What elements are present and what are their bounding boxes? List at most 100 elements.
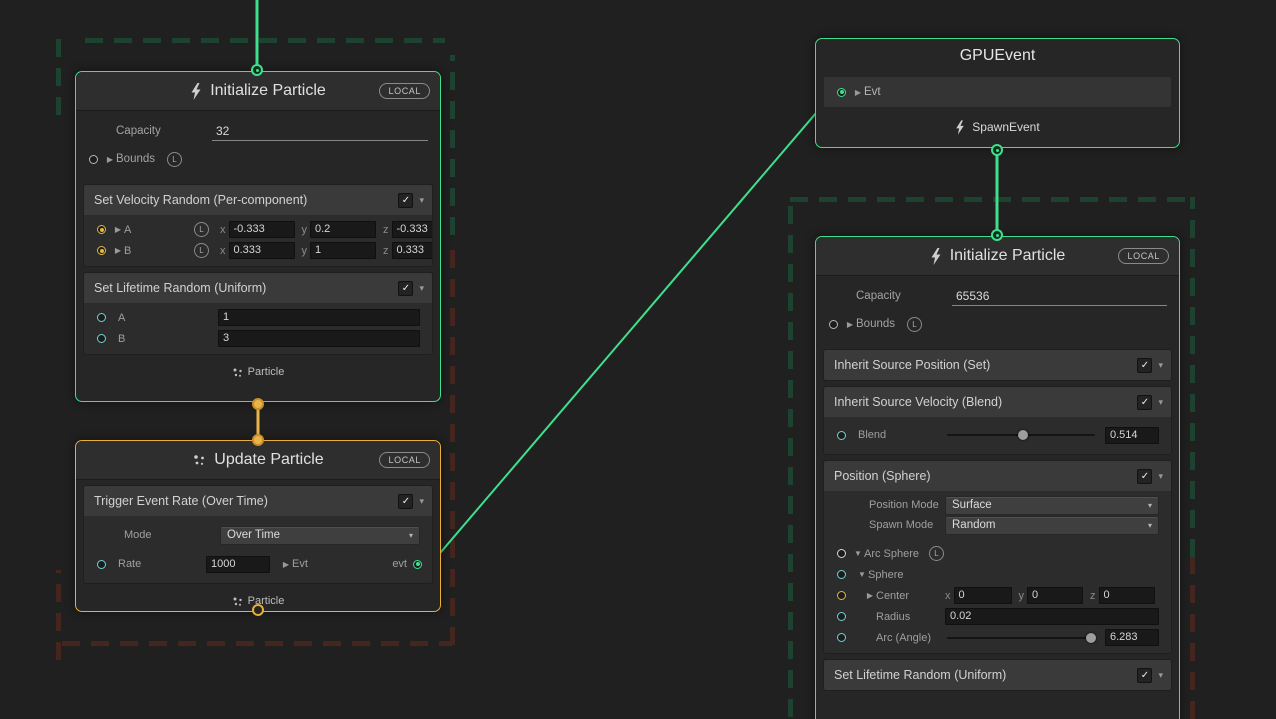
bounds-row: ▶ Bounds L — [816, 310, 1179, 338]
block-header[interactable]: Set Lifetime Random (Uniform) ✓ ▾ — [84, 273, 432, 303]
grid-line — [450, 55, 455, 235]
spawn-mode-dropdown[interactable]: Random ▾ — [945, 516, 1159, 535]
lifetime-row-b: B 3 — [84, 328, 432, 349]
capacity-field[interactable]: 32 — [212, 122, 428, 141]
blend-slider-knob[interactable] — [1018, 430, 1028, 440]
flow-input-port[interactable] — [251, 64, 263, 76]
position-mode-label: Position Mode — [869, 499, 939, 511]
enabled-checkbox[interactable]: ✓ — [1137, 358, 1152, 373]
float-port-b[interactable] — [97, 334, 106, 343]
center-y-field[interactable]: 0 — [1027, 587, 1083, 604]
center-z-field[interactable]: 0 — [1099, 587, 1155, 604]
float-port-a[interactable] — [97, 313, 106, 322]
node-header[interactable]: Initialize Particle LOCAL — [76, 72, 440, 111]
value-field[interactable]: 1 — [218, 309, 420, 326]
x-field[interactable]: 0.333 — [229, 242, 295, 259]
radius-row: Radius 0.02 — [824, 606, 1171, 627]
sphere-port[interactable] — [837, 570, 846, 579]
arc-slider-knob[interactable] — [1086, 633, 1096, 643]
rate-field[interactable]: 1000 — [206, 556, 270, 573]
flow-input-port[interactable] — [991, 229, 1003, 241]
node-title: Initialize Particle — [950, 247, 1066, 265]
block-header[interactable]: Position (Sphere) ✓ ▾ — [824, 461, 1171, 491]
capacity-field[interactable]: 65536 — [952, 287, 1167, 306]
blend-slider[interactable] — [947, 434, 1095, 436]
velocity-row-b: ▶ B L x 0.333 y 1 z 0.333 — [84, 240, 432, 261]
bounds-port[interactable] — [89, 155, 98, 164]
center-x-field[interactable]: 0 — [954, 587, 1012, 604]
node-title[interactable]: GPUEvent — [816, 39, 1179, 73]
chevron-down-icon[interactable]: ▾ — [419, 496, 424, 507]
enabled-checkbox[interactable]: ✓ — [1137, 395, 1152, 410]
block-title: Set Velocity Random (Per-component) — [94, 193, 307, 207]
value-field[interactable]: 3 — [218, 330, 420, 347]
expand-icon[interactable]: ▶ — [112, 225, 124, 234]
bounds-label: Bounds — [116, 153, 155, 165]
bounds-port[interactable] — [829, 320, 838, 329]
expand-icon[interactable]: ▶ — [104, 155, 116, 164]
radius-port[interactable] — [837, 612, 846, 621]
block-header[interactable]: Set Velocity Random (Per-component) ✓ ▾ — [84, 185, 432, 215]
vector-port-a[interactable] — [97, 225, 106, 234]
enabled-checkbox[interactable]: ✓ — [1137, 469, 1152, 484]
chevron-down-icon[interactable]: ▾ — [1158, 360, 1163, 371]
l-badge-icon: L — [194, 222, 209, 237]
z-field[interactable]: -0.333 — [392, 221, 434, 238]
chevron-down-icon[interactable]: ▾ — [1158, 397, 1163, 408]
evt-output-port[interactable] — [413, 560, 422, 569]
grid-line — [1190, 557, 1195, 719]
y-field[interactable]: 1 — [310, 242, 376, 259]
arc-port[interactable] — [837, 633, 846, 642]
y-field[interactable]: 0.2 — [310, 221, 376, 238]
enabled-checkbox[interactable]: ✓ — [398, 193, 413, 208]
vector-port-b[interactable] — [97, 246, 106, 255]
node-header[interactable]: Initialize Particle LOCAL — [816, 237, 1179, 276]
mode-dropdown[interactable]: Over Time ▾ — [220, 526, 420, 545]
node-title: Update Particle — [214, 451, 323, 469]
blend-value-field[interactable]: 0.514 — [1105, 427, 1159, 444]
flow-output-port[interactable] — [252, 398, 264, 410]
flow-output-port[interactable] — [252, 604, 264, 616]
lightning-icon — [930, 248, 942, 265]
vfx-graph-canvas[interactable]: Initialize Particle LOCAL Capacity 32 ▶ … — [0, 0, 1276, 719]
arc-sphere-port[interactable] — [837, 549, 846, 558]
set-lifetime-random-block: Set Lifetime Random (Uniform) ✓ ▾ A 1 B … — [83, 272, 433, 355]
chevron-down-icon[interactable]: ▾ — [1158, 670, 1163, 681]
arc-value-field[interactable]: 6.283 — [1105, 629, 1159, 646]
expand-icon[interactable]: ▶ — [112, 246, 124, 255]
enabled-checkbox[interactable]: ✓ — [1137, 668, 1152, 683]
center-port[interactable] — [837, 591, 846, 600]
foldout-open-icon[interactable]: ▼ — [852, 549, 864, 558]
block-header[interactable]: Trigger Event Rate (Over Time) ✓ ▾ — [84, 486, 432, 516]
block-header[interactable]: Inherit Source Position (Set) ✓ ▾ — [824, 350, 1171, 380]
mode-row: Mode Over Time ▾ — [84, 520, 432, 550]
arc-slider[interactable] — [947, 637, 1095, 639]
position-mode-dropdown[interactable]: Surface ▾ — [945, 496, 1159, 515]
initialize-particle-node-right: Initialize Particle LOCAL Capacity 65536… — [815, 236, 1180, 719]
node-settings: Capacity 32 ▶ Bounds L — [76, 111, 440, 179]
block-header[interactable]: Set Lifetime Random (Uniform) ✓ ▾ — [824, 660, 1171, 690]
evt-input-port[interactable] — [837, 88, 846, 97]
foldout-open-icon[interactable]: ▼ — [856, 570, 868, 579]
bounds-row: ▶ Bounds L — [76, 145, 440, 173]
chevron-down-icon[interactable]: ▾ — [419, 195, 424, 206]
velocity-row-a: ▶ A L x -0.333 y 0.2 z -0.333 — [84, 219, 432, 240]
axis-z-label: z — [1090, 590, 1096, 602]
chevron-down-icon[interactable]: ▾ — [1158, 471, 1163, 482]
local-badge: LOCAL — [379, 83, 430, 99]
enabled-checkbox[interactable]: ✓ — [398, 281, 413, 296]
arc-sphere-row: ▼ Arc Sphere L — [824, 543, 1171, 564]
enabled-checkbox[interactable]: ✓ — [398, 494, 413, 509]
chevron-down-icon[interactable]: ▾ — [419, 283, 424, 294]
spawn-event-output-port[interactable] — [991, 144, 1003, 156]
expand-icon[interactable]: ▶ — [844, 320, 856, 329]
radius-field[interactable]: 0.02 — [945, 608, 1159, 625]
expand-icon[interactable]: ▶ — [864, 591, 876, 600]
node-header[interactable]: Update Particle LOCAL — [76, 441, 440, 480]
x-field[interactable]: -0.333 — [229, 221, 295, 238]
blend-port[interactable] — [837, 431, 846, 440]
block-header[interactable]: Inherit Source Velocity (Blend) ✓ ▾ — [824, 387, 1171, 417]
z-field[interactable]: 0.333 — [392, 242, 434, 259]
rate-port[interactable] — [97, 560, 106, 569]
flow-input-port[interactable] — [252, 434, 264, 446]
